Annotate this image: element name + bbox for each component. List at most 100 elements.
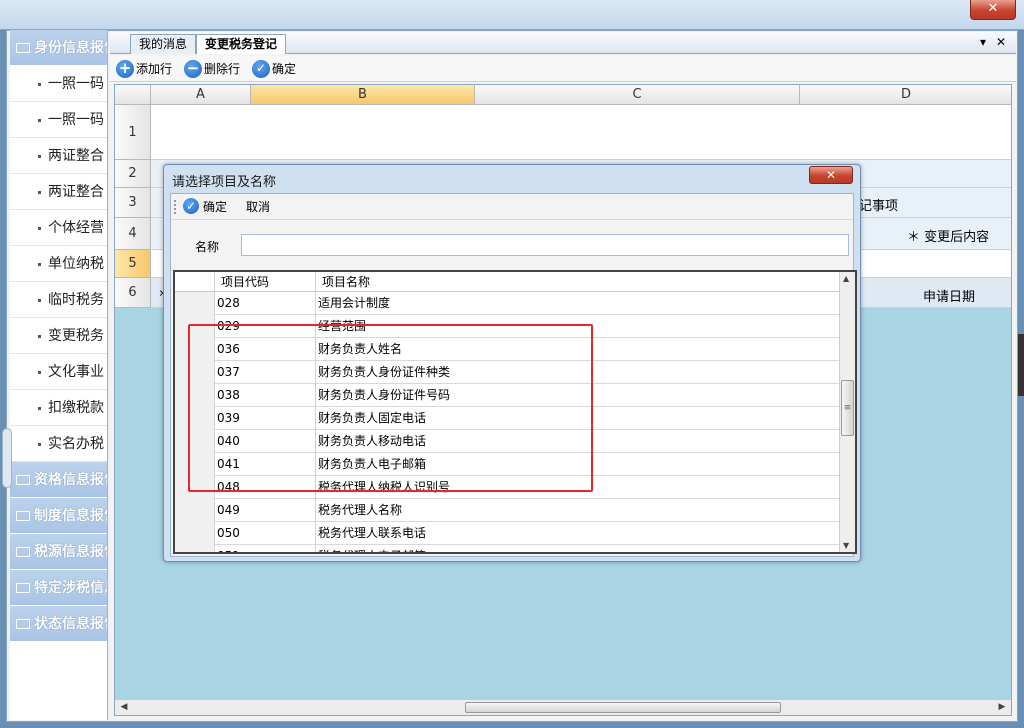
row-header[interactable]: 4 — [115, 218, 151, 250]
row-header[interactable]: 2 — [115, 160, 151, 188]
sidebar-item-label: 扣缴税款 — [48, 400, 104, 416]
tab-dropdown-icon[interactable]: ▾ — [980, 35, 986, 49]
sidebar-category[interactable]: 特定涉税信息 — [10, 570, 107, 606]
grid-row[interactable]: 038 财务负责人身份证件号码 — [175, 384, 841, 407]
add-row-button[interactable]: + 添加行 — [114, 59, 172, 79]
column-header[interactable]: A — [151, 85, 251, 105]
row-header[interactable]: 6 — [115, 278, 151, 308]
column-header[interactable]: B — [251, 85, 475, 105]
vertical-scroll-thumb[interactable]: ≡ — [841, 380, 854, 436]
grid-cell-name: 财务负责人固定电话 — [316, 407, 840, 430]
grid-header: 项目代码 项目名称 — [175, 272, 841, 292]
sidebar-header-label: 身份信息报告 — [34, 40, 107, 56]
window-titlebar: ✕ — [0, 0, 1024, 30]
scroll-right-icon[interactable]: ▶ — [995, 701, 1009, 714]
row-header[interactable]: 5 — [115, 250, 151, 278]
column-header[interactable]: D — [800, 85, 1011, 105]
sheet-cell-d4: ＊ 变更后内容 — [907, 230, 990, 245]
grid-cell-code: 040 — [215, 430, 316, 453]
sheet-corner[interactable] — [115, 85, 151, 105]
sidebar-item[interactable]: 临时税务 — [10, 282, 107, 318]
dialog-toolbar: ✓ 确定 取消 — [171, 194, 853, 220]
sidebar-item[interactable]: 一照一码 — [10, 66, 107, 102]
grid-row-selector[interactable] — [175, 430, 215, 453]
grid-row[interactable]: 028 适用会计制度 — [175, 292, 841, 315]
grid-header-name[interactable]: 项目名称 — [316, 272, 840, 292]
sidebar-category[interactable]: 制度信息报告 — [10, 498, 107, 534]
sidebar-item[interactable]: 两证整合 — [10, 174, 107, 210]
tab-change-tax-registration[interactable]: 变更税务登记 — [196, 34, 287, 54]
grid-row[interactable]: 037 财务负责人身份证件种类 — [175, 361, 841, 384]
dialog-close-button[interactable]: ✕ — [809, 166, 853, 184]
grid-row-selector[interactable] — [175, 545, 215, 552]
sidebar-category[interactable]: 状态信息报告 — [10, 606, 107, 642]
grid-cell-name: 经营范围 — [316, 315, 840, 338]
sidebar-item[interactable]: 一照一码 — [10, 102, 107, 138]
grid-header-selector[interactable] — [175, 272, 215, 292]
sidebar-collapse-handle[interactable] — [2, 428, 12, 488]
item-grid: 项目代码 项目名称 028 适用会计制度 029 经营范围 036 财务负责人姓名 037 财… — [173, 270, 857, 554]
sidebar-category[interactable]: 税源信息报告 — [10, 534, 107, 570]
vertical-scrollbar[interactable]: ▲ ≡ ▼ — [839, 272, 855, 552]
row-header[interactable]: 1 — [115, 105, 151, 160]
grid-cell-name: 财务负责人姓名 — [316, 338, 840, 361]
dialog-cancel-button[interactable]: 取消 — [246, 198, 270, 216]
plus-icon: + — [116, 60, 134, 78]
tab-close-icon[interactable]: ✕ — [996, 35, 1006, 49]
grid-row-selector[interactable] — [175, 292, 215, 315]
grid-row[interactable]: 051税务代理人电子邮箱 — [175, 545, 841, 552]
horizontal-scrollbar[interactable]: ◀ ▶ — [115, 699, 1011, 715]
scroll-down-icon[interactable]: ▼ — [843, 541, 849, 550]
sidebar-item-label: 单位纳税 — [48, 256, 104, 272]
sidebar-item[interactable]: 单位纳税 — [10, 246, 107, 282]
sidebar-item[interactable]: 个体经营 — [10, 210, 107, 246]
check-icon: ✓ — [183, 198, 199, 214]
grid-row-selector[interactable] — [175, 315, 215, 338]
column-header[interactable]: C — [475, 85, 800, 105]
scroll-up-icon[interactable]: ▲ — [843, 274, 849, 283]
grid-cell-name: 适用会计制度 — [316, 292, 840, 315]
dialog-title: 请选择项目及名称 — [172, 175, 277, 190]
grid-row[interactable]: 050 税务代理人联系电话 — [175, 522, 841, 545]
grid-cell-code: 036 — [215, 338, 316, 361]
name-input[interactable] — [241, 234, 849, 256]
delete-row-button[interactable]: − 删除行 — [182, 59, 240, 79]
sidebar-category[interactable]: 资格信息报告 — [10, 462, 107, 498]
grid-row-selector[interactable] — [175, 338, 215, 361]
grid-row-selector[interactable] — [175, 522, 215, 545]
sidebar-item[interactable]: 两证整合 — [10, 138, 107, 174]
grid-row[interactable]: 040 财务负责人移动电话 — [175, 430, 841, 453]
toolbar: + 添加行 − 删除行 ✓ 确定 — [110, 56, 1016, 82]
dialog-ok-button[interactable]: ✓ 确定 — [183, 198, 227, 216]
grid-row[interactable]: 039 财务负责人固定电话 — [175, 407, 841, 430]
confirm-button[interactable]: ✓ 确定 — [250, 59, 296, 79]
grid-row[interactable]: 029 经营范围 — [175, 315, 841, 338]
grid-cell-name: 税务代理人名称 — [316, 499, 840, 522]
sidebar-header[interactable]: 身份信息报告 — [10, 30, 107, 66]
scroll-left-icon[interactable]: ◀ — [117, 701, 131, 714]
sidebar-item[interactable]: 实名办税 — [10, 426, 107, 462]
grid-cell-name: 财务负责人身份证件号码 — [316, 384, 840, 407]
horizontal-scroll-thumb[interactable] — [465, 702, 781, 713]
sidebar-item[interactable]: 扣缴税款 — [10, 390, 107, 426]
sidebar-item[interactable]: 文化事业 — [10, 354, 107, 390]
sheet-row[interactable] — [151, 105, 1011, 160]
grid-row-selector[interactable] — [175, 407, 215, 430]
grid-row-selector[interactable] — [175, 453, 215, 476]
grid-cell-code: 039 — [215, 407, 316, 430]
sheet-cell-d6: 申请日期 — [923, 290, 976, 305]
grid-row[interactable]: 049 税务代理人名称 — [175, 499, 841, 522]
grid-header-code[interactable]: 项目代码 — [215, 272, 316, 292]
grid-row-selector[interactable] — [175, 361, 215, 384]
tab-my-messages[interactable]: 我的消息 — [130, 34, 197, 54]
grid-row[interactable]: 036 财务负责人姓名 — [175, 338, 841, 361]
grid-row-selector[interactable] — [175, 499, 215, 522]
grid-row-selector[interactable] — [175, 476, 215, 499]
grid-row-selector[interactable] — [175, 384, 215, 407]
sidebar-item[interactable]: 变更税务 — [10, 318, 107, 354]
grid-row[interactable]: 048 税务代理人纳税人识别号 — [175, 476, 841, 499]
grid-row[interactable]: 041 财务负责人电子邮箱 — [175, 453, 841, 476]
row-header[interactable]: 3 — [115, 188, 151, 218]
sidebar-item-label: 临时税务 — [48, 292, 104, 308]
window-close-button[interactable]: ✕ — [970, 0, 1016, 20]
